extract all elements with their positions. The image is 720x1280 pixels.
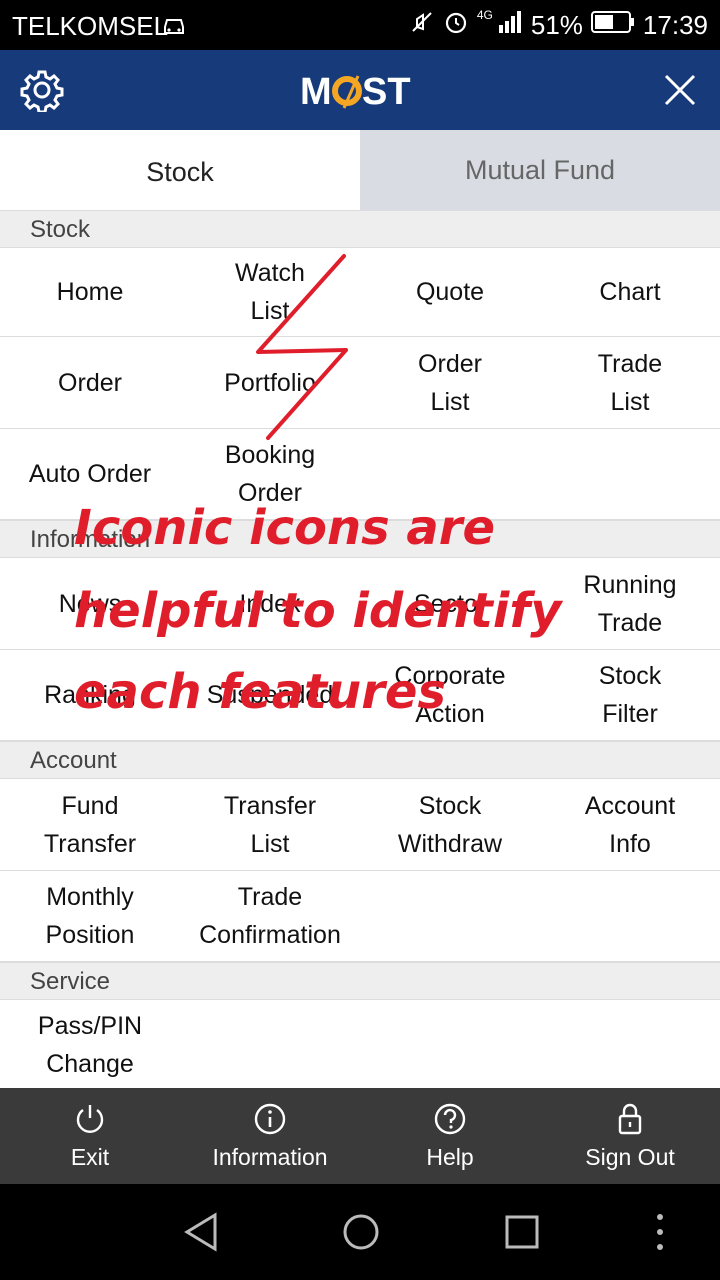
overflow-menu-button[interactable] — [652, 1212, 668, 1257]
menu-row: Fund Transfer Transfer List Stock Withdr… — [0, 779, 720, 871]
close-button[interactable] — [660, 70, 700, 110]
menu-content: Stock Home Watch List Quote Chart Order … — [0, 210, 720, 1088]
carrier-name: TELKOMSEL — [12, 11, 169, 41]
back-triangle-icon — [184, 1212, 217, 1252]
menu-item-quote[interactable]: Quote — [360, 248, 540, 336]
menu-item-sector[interactable]: Sector — [360, 558, 540, 649]
menu-row: Monthly Position Trade Confirmation — [0, 871, 720, 962]
close-icon — [664, 74, 696, 106]
tab-bar: Stock Mutual Fund — [0, 130, 720, 210]
section-header-account: Account — [0, 741, 720, 779]
app-logo: M ST — [300, 68, 420, 113]
menu-row: News Index Sector Running Trade — [0, 558, 720, 650]
android-nav-bar — [0, 1184, 720, 1280]
svg-text:ST: ST — [362, 71, 411, 112]
section-header-information: Information — [0, 520, 720, 558]
information-button[interactable]: Information — [180, 1088, 360, 1184]
info-icon — [254, 1103, 286, 1134]
menu-item-running-trade[interactable]: Running Trade — [540, 558, 720, 649]
help-icon — [434, 1103, 466, 1134]
menu-item-account-info[interactable]: Account Info — [540, 779, 720, 870]
empty-cell — [360, 1000, 540, 1088]
menu-item-order[interactable]: Order — [0, 337, 180, 428]
status-bar: TELKOMSEL 4G 51% 17:39 — [0, 0, 720, 50]
menu-item-ranking[interactable]: Ranking — [0, 650, 180, 740]
back-button[interactable] — [183, 1212, 219, 1257]
menu-item-home[interactable]: Home — [0, 248, 180, 336]
menu-item-fund-transfer[interactable]: Fund Transfer — [0, 779, 180, 870]
settings-button[interactable] — [20, 68, 64, 114]
empty-cell — [360, 871, 540, 961]
menu-item-stock-filter[interactable]: Stock Filter — [540, 650, 720, 740]
network-type: 4G — [476, 8, 493, 22]
sign-out-label: Sign Out — [585, 1143, 675, 1170]
lock-icon — [618, 1103, 642, 1134]
signal-icon — [497, 9, 523, 42]
help-label: Help — [426, 1143, 474, 1170]
exit-label: Exit — [70, 1143, 110, 1170]
menu-row: Pass/PIN Change — [0, 1000, 720, 1088]
menu-row: Order Portfolio Order List Trade List — [0, 337, 720, 429]
empty-cell — [180, 1000, 360, 1088]
menu-item-trade-confirmation[interactable]: Trade Confirmation — [180, 871, 360, 961]
sign-out-button[interactable]: Sign Out — [540, 1088, 720, 1184]
home-button[interactable] — [342, 1212, 380, 1257]
menu-item-pass-pin-change[interactable]: Pass/PIN Change — [0, 1000, 180, 1088]
recents-square-icon — [505, 1215, 539, 1249]
section-header-service: Service — [0, 962, 720, 1000]
menu-item-booking-order[interactable]: Booking Order — [180, 429, 360, 519]
menu-item-stock-withdraw[interactable]: Stock Withdraw — [360, 779, 540, 870]
app-header: M ST — [0, 50, 720, 130]
menu-row: Home Watch List Quote Chart — [0, 248, 720, 337]
mute-icon — [409, 9, 435, 42]
bottom-action-bar: Exit Information Help Sign Out — [0, 1088, 720, 1184]
section-header-stock: Stock — [0, 210, 720, 248]
more-vertical-icon — [657, 1214, 663, 1250]
alarm-icon — [443, 9, 469, 42]
information-label: Information — [212, 1143, 328, 1170]
menu-item-trade-list[interactable]: Trade List — [540, 337, 720, 428]
empty-cell — [540, 429, 720, 519]
menu-item-suspended[interactable]: Suspended — [180, 650, 360, 740]
help-button[interactable]: Help — [360, 1088, 540, 1184]
home-circle-icon — [343, 1214, 379, 1250]
empty-cell — [540, 871, 720, 961]
empty-cell — [360, 429, 540, 519]
menu-item-transfer-list[interactable]: Transfer List — [180, 779, 360, 870]
menu-item-news[interactable]: News — [0, 558, 180, 649]
menu-row: Ranking Suspended Corporate Action Stock… — [0, 650, 720, 741]
svg-text:M: M — [300, 71, 332, 112]
menu-item-monthly-position[interactable]: Monthly Position — [0, 871, 180, 961]
tab-mutual-fund[interactable]: Mutual Fund — [360, 130, 720, 210]
menu-item-corporate-action[interactable]: Corporate Action — [360, 650, 540, 740]
car-icon — [162, 13, 186, 44]
menu-item-auto-order[interactable]: Auto Order — [0, 429, 180, 519]
gear-icon — [20, 70, 64, 114]
exit-button[interactable]: Exit — [0, 1088, 180, 1184]
power-icon — [76, 1104, 104, 1133]
menu-item-order-list[interactable]: Order List — [360, 337, 540, 428]
tab-stock[interactable]: Stock — [0, 134, 360, 210]
recents-button[interactable] — [504, 1212, 540, 1257]
battery-icon — [590, 10, 635, 41]
menu-item-index[interactable]: Index — [180, 558, 360, 649]
menu-item-chart[interactable]: Chart — [540, 248, 720, 336]
menu-item-watch-list[interactable]: Watch List — [180, 248, 360, 336]
menu-item-portfolio[interactable]: Portfolio — [180, 337, 360, 428]
empty-cell — [540, 1000, 720, 1088]
clock: 17:39 — [642, 9, 708, 40]
menu-row: Auto Order Booking Order — [0, 429, 720, 520]
battery-percent: 51% — [530, 9, 583, 40]
